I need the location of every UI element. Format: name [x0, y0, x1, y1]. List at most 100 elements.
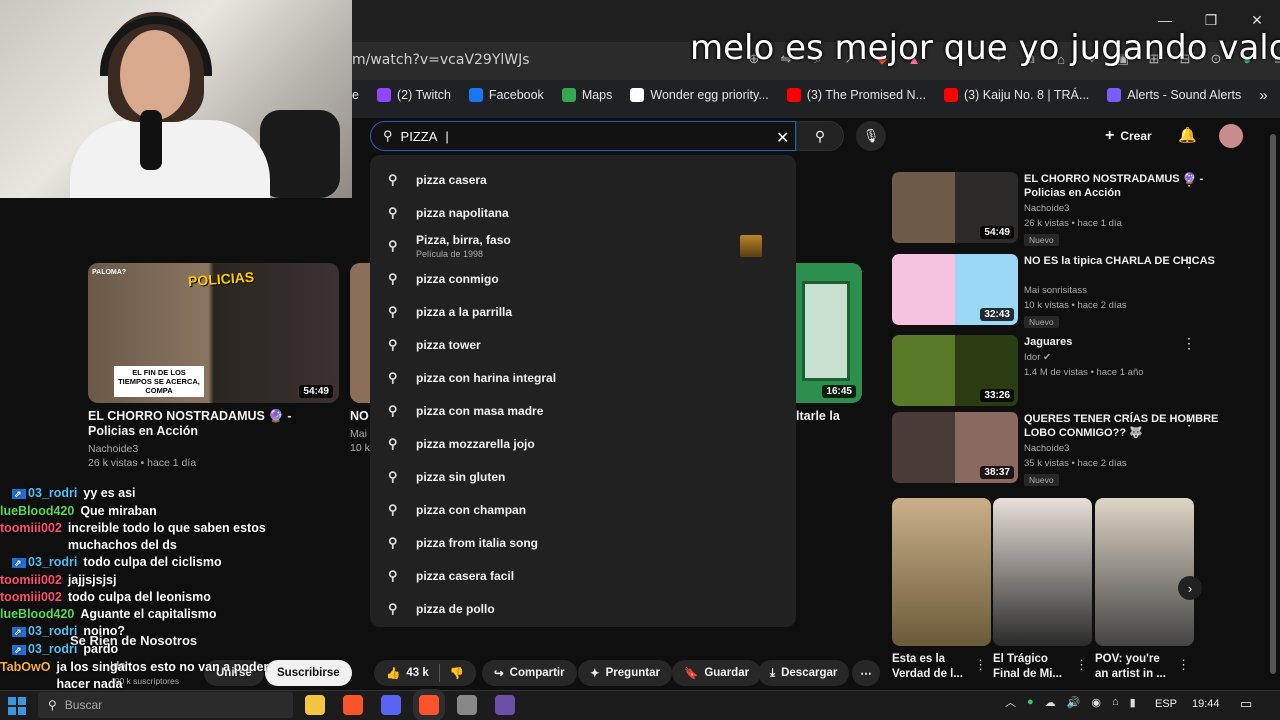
taskbar-app-brave-active-icon[interactable] [419, 695, 439, 715]
sidebar-video-item[interactable]: 38:37 QUERES TENER CRÍAS DE HOMBRE LOBO C… [892, 412, 1272, 488]
search-suggestion[interactable]: ⚲ pizza con masa madre [370, 394, 796, 427]
channel-name[interactable]: Nachoide3 [88, 443, 138, 455]
like-button[interactable]: 👍 43 k 👎 [374, 660, 477, 686]
sidebar-channel-name[interactable]: Mai sonrisitass [1024, 285, 1087, 296]
language-indicator[interactable]: ESP [1155, 698, 1177, 710]
clear-search-icon[interactable]: ✕ [776, 128, 789, 148]
more-vertical-icon[interactable]: ⋮ [1075, 657, 1088, 673]
search-button[interactable]: ⚲ [796, 121, 844, 151]
search-suggestion[interactable]: ⚲ pizza from italia song [370, 526, 796, 559]
more-vertical-icon[interactable]: ⋮ [1182, 412, 1196, 429]
bookmarks-overflow-button[interactable]: » [1259, 87, 1267, 104]
network-icon[interactable]: ⌂ [1112, 696, 1119, 708]
bookmark-item[interactable]: Facebook [468, 88, 544, 102]
sidebar-video-title[interactable]: NO ES la tipica CHARLA DE CHICAS [1024, 254, 1244, 268]
app-tray-icon[interactable]: ● [1027, 696, 1034, 708]
sidebar-thumbnail[interactable]: 54:49 [892, 172, 1018, 243]
short-title[interactable]: El Trágico Final de Mi... [993, 652, 1073, 682]
video-thumbnail[interactable] [350, 263, 370, 403]
more-vertical-icon[interactable]: ⋮ [1182, 254, 1196, 271]
notifications-bell-icon[interactable]: 🔔 [1178, 126, 1197, 144]
search-suggestion[interactable]: ⚲ Pizza, birra, faso Película de 1998 [370, 229, 796, 262]
bookmark-item[interactable]: (3) Kaiju No. 8 | TRÁ... [944, 88, 1089, 102]
channel-name[interactable]: Mai [350, 428, 367, 440]
more-vertical-icon[interactable]: ⋮ [974, 657, 987, 673]
battery-icon[interactable]: ▮ [1130, 696, 1136, 709]
short-thumbnail[interactable] [1095, 498, 1194, 646]
notifications-icon[interactable]: ▭ [1240, 696, 1252, 712]
taskbar-search[interactable]: ⚲ Buscar [38, 692, 293, 718]
shorts-next-button[interactable]: › [1178, 576, 1202, 600]
search-suggestion[interactable]: ⚲ pizza conmigo [370, 262, 796, 295]
taskbar-app-brave-icon[interactable] [343, 695, 363, 715]
search-suggestion[interactable]: ⚲ pizza con champan [370, 493, 796, 526]
search-suggestion[interactable]: ⚲ pizza a la parrilla [370, 295, 796, 328]
clock[interactable]: 19:44 [1192, 698, 1220, 710]
more-actions-button[interactable]: ⋯ [852, 660, 880, 686]
download-button[interactable]: ⤓ Descargar [758, 660, 850, 686]
sidebar-thumbnail[interactable]: 32:43 [892, 254, 1018, 325]
sidebar-thumbnail[interactable]: 38:37 [892, 412, 1018, 483]
bookmark-item[interactable]: e [352, 88, 359, 102]
short-thumbnail[interactable] [993, 498, 1092, 646]
bookmark-item[interactable]: Maps [561, 88, 612, 102]
more-vertical-icon[interactable]: ⋮ [1177, 657, 1190, 673]
sidebar-thumbnail[interactable]: 33:26 [892, 335, 1018, 406]
search-box[interactable]: ⚲ PIZZA | [370, 121, 796, 151]
chat-badge-icon: ⇗ [12, 558, 27, 568]
taskbar-app-discord-icon[interactable] [381, 695, 401, 715]
create-button[interactable]: + Crear [1105, 124, 1152, 148]
bookmark-item[interactable]: (3) The Promised N... [786, 88, 926, 102]
sidebar-channel-name[interactable]: Idor ✔ [1024, 352, 1051, 363]
taskbar-app-chrome-like-icon[interactable] [457, 695, 477, 715]
video-title[interactable]: NO [350, 409, 369, 423]
bookmark-item[interactable]: Alerts - Sound Alerts [1107, 88, 1241, 102]
video-title[interactable]: ltarle la [796, 409, 840, 423]
speaker-icon[interactable]: 🔊 [1067, 696, 1081, 709]
steam-icon[interactable]: ◉ [1091, 696, 1101, 709]
taskbar-app-obs-icon[interactable] [495, 695, 515, 715]
short-title[interactable]: POV: you're an artist in ... [1095, 652, 1175, 682]
video-thumbnail[interactable]: 16:45 [796, 263, 862, 403]
search-suggestion[interactable]: ⚲ pizza mozzarella jojo [370, 427, 796, 460]
sidebar-channel-name[interactable]: Nachoide3 [1024, 203, 1069, 214]
sidebar-channel-name[interactable]: Nachoide3 [1024, 443, 1069, 454]
short-title[interactable]: Esta es la Verdad de l... [892, 652, 972, 682]
search-suggestion[interactable]: ⚲ pizza casera [370, 163, 796, 196]
taskbar-app-file-explorer-icon[interactable] [305, 695, 325, 715]
ask-button[interactable]: ✦ Preguntar [578, 660, 672, 686]
windows-start-icon[interactable] [8, 697, 26, 715]
sidebar-video-item[interactable]: 32:43 NO ES la tipica CHARLA DE CHICAS Mai… [892, 254, 1272, 330]
chevron-up-icon[interactable]: ︿ [1005, 694, 1016, 710]
search-icon: ⚲ [388, 501, 398, 517]
sidebar-video-title[interactable]: QUERES TENER CRÍAS DE HOMBRE LOBO CONMIG… [1024, 412, 1244, 440]
suggestion-text: pizza tower [416, 337, 481, 352]
sidebar-video-item[interactable]: 33:26 Jaguares Idor ✔ 1.4 M de vistas • hac… [892, 335, 1272, 411]
account-avatar[interactable] [1219, 124, 1243, 148]
url-text[interactable]: m/watch?v=vcaV29YlWJs [352, 52, 530, 68]
bookmark-item[interactable]: Wonder egg priority... [630, 88, 769, 102]
sidebar-video-item[interactable]: 54:49 EL CHORRO NOSTRADAMUS 🔮 - Policias … [892, 172, 1272, 248]
search-input[interactable]: PIZZA [401, 129, 438, 144]
search-suggestion[interactable]: ⚲ pizza sin gluten [370, 460, 796, 493]
more-vertical-icon[interactable]: ⋮ [1182, 335, 1196, 352]
search-suggestion[interactable]: ⚲ pizza napolitana [370, 196, 796, 229]
chat-text: todo culpa del leonismo [67, 590, 211, 604]
short-thumbnail[interactable] [892, 498, 991, 646]
sidebar-video-title[interactable]: EL CHORRO NOSTRADAMUS 🔮 - Policias en Ac… [1024, 172, 1244, 200]
sidebar-video-title[interactable]: Jaguares [1024, 335, 1244, 349]
save-button[interactable]: 🔖 Guardar [672, 660, 762, 686]
thumbs-down-icon[interactable]: 👎 [450, 666, 464, 680]
search-suggestion[interactable]: ⚲ pizza con harina integral [370, 361, 796, 394]
bookmark-item[interactable]: (2) Twitch [376, 88, 451, 102]
search-suggestion[interactable]: ⚲ pizza tower [370, 328, 796, 361]
share-button[interactable]: ↪ Compartir [482, 660, 577, 686]
video-thumbnail[interactable]: PALOMA? POLICIAS EL FIN DE LOS TIEMPOS S… [88, 263, 339, 403]
video-title[interactable]: EL CHORRO NOSTRADAMUS 🔮 - Policias en Ac… [88, 409, 340, 439]
more-vertical-icon[interactable]: ⋮ [1182, 172, 1196, 189]
scrollbar-thumb[interactable] [1270, 134, 1276, 674]
cloud-icon[interactable]: ☁ [1045, 696, 1056, 709]
voice-search-button[interactable]: 🎙 [856, 121, 886, 151]
search-suggestion[interactable]: ⚲ pizza casera facil [370, 559, 796, 592]
search-suggestion[interactable]: ⚲ pizza de pollo [370, 592, 796, 625]
